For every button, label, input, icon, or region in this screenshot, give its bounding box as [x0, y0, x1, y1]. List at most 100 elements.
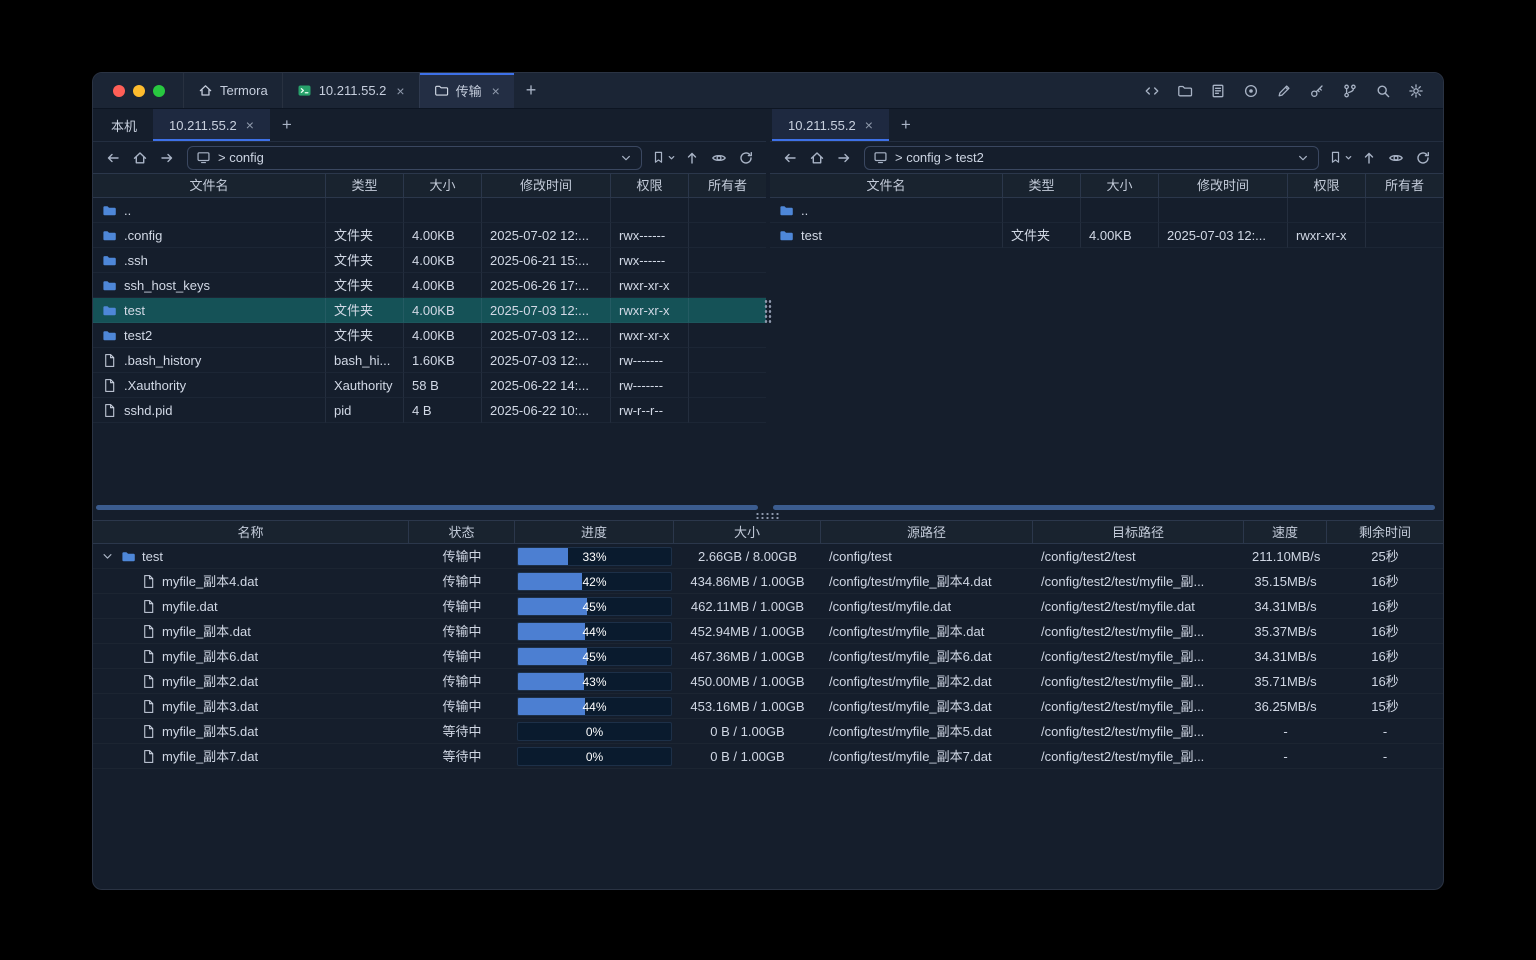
column-header[interactable]: 类型 — [326, 173, 404, 198]
transfer-row[interactable]: myfile.dat传输中45%462.11MB / 1.00GB/config… — [93, 594, 1443, 619]
column-header[interactable]: 类型 — [1003, 173, 1081, 198]
close-icon[interactable]: × — [396, 83, 404, 99]
transfer-source-path: /config/test/myfile_副本6.dat — [821, 644, 1033, 669]
back-button[interactable] — [779, 147, 801, 169]
upload-button[interactable] — [1358, 147, 1380, 169]
column-header[interactable]: 文件名 — [93, 173, 326, 198]
branch-button[interactable] — [1341, 82, 1359, 100]
progress-bar: 44% — [517, 697, 672, 716]
column-header[interactable]: 大小 — [404, 173, 482, 198]
file-row[interactable]: .. — [93, 198, 766, 223]
show-hidden-files-button[interactable] — [708, 147, 730, 169]
transfer-row[interactable]: myfile_副本4.dat传输中42%434.86MB / 1.00GB/co… — [93, 569, 1443, 594]
column-header[interactable]: 所有者 — [689, 173, 766, 198]
column-header[interactable]: 修改时间 — [1159, 173, 1288, 198]
column-header[interactable]: 速度 — [1244, 520, 1327, 544]
upload-button[interactable] — [681, 147, 703, 169]
home-button[interactable] — [129, 147, 151, 169]
file-row[interactable]: test文件夹4.00KB2025-07-03 12:...rwxr-xr-x — [770, 223, 1443, 248]
close-window-button[interactable] — [113, 85, 125, 97]
file-row[interactable]: ssh_host_keys文件夹4.00KB2025-06-26 17:...r… — [93, 273, 766, 298]
column-header[interactable]: 修改时间 — [482, 173, 611, 198]
column-header[interactable]: 状态 — [409, 520, 515, 544]
transfer-row[interactable]: test传输中33%2.66GB / 8.00GB/config/test/co… — [93, 544, 1443, 569]
tab-transfer[interactable]: 传输 × — [419, 73, 514, 108]
add-panel-tab-button[interactable]: + — [889, 109, 923, 141]
tab-local[interactable]: 本机 — [95, 109, 153, 141]
column-header[interactable]: 大小 — [1081, 173, 1159, 198]
transfer-progress-cell: 0% — [515, 744, 674, 769]
new-tab-button[interactable]: + — [514, 73, 549, 108]
horizontal-scrollbar[interactable] — [773, 505, 1440, 511]
column-header[interactable]: 剩余时间 — [1327, 520, 1443, 544]
folder-icon — [779, 203, 794, 218]
chevron-down-icon[interactable] — [619, 151, 633, 165]
transfer-splitter[interactable] — [93, 512, 1443, 520]
collapse-chevron-icon[interactable] — [99, 550, 115, 563]
horizontal-scrollbar[interactable] — [96, 505, 763, 511]
show-hidden-files-button[interactable] — [1385, 147, 1407, 169]
bookmarks-button[interactable] — [651, 150, 676, 165]
panel-splitter[interactable] — [766, 109, 770, 512]
file-name-cell: .config — [93, 223, 326, 248]
refresh-button[interactable] — [1412, 147, 1434, 169]
refresh-button[interactable] — [735, 147, 757, 169]
transfer-row[interactable]: myfile_副本6.dat传输中45%467.36MB / 1.00GB/co… — [93, 644, 1443, 669]
forward-button[interactable] — [156, 147, 178, 169]
back-button[interactable] — [102, 147, 124, 169]
transfer-row[interactable]: myfile_副本5.dat等待中0%0 B / 1.00GB/config/t… — [93, 719, 1443, 744]
transfer-row[interactable]: myfile_副本3.dat传输中44%453.16MB / 1.00GB/co… — [93, 694, 1443, 719]
column-header[interactable]: 进度 — [515, 520, 674, 544]
path-breadcrumb[interactable]: > config — [187, 146, 642, 170]
transfer-row[interactable]: myfile_副本2.dat传输中43%450.00MB / 1.00GB/co… — [93, 669, 1443, 694]
close-icon[interactable]: × — [246, 117, 254, 133]
edit-button[interactable] — [1275, 82, 1293, 100]
zoom-window-button[interactable] — [153, 85, 165, 97]
column-header[interactable]: 所有者 — [1366, 173, 1443, 198]
search-button[interactable] — [1374, 82, 1392, 100]
transfer-remaining-time: 16秒 — [1327, 669, 1443, 694]
tab-termora[interactable]: Termora — [183, 73, 282, 108]
file-row[interactable]: .. — [770, 198, 1443, 223]
transfer-row[interactable]: myfile_副本7.dat等待中0%0 B / 1.00GB/config/t… — [93, 744, 1443, 769]
home-button[interactable] — [806, 147, 828, 169]
transfer-row[interactable]: myfile_副本.dat传输中44%452.94MB / 1.00GB/con… — [93, 619, 1443, 644]
column-header[interactable]: 源路径 — [821, 520, 1033, 544]
column-header[interactable]: 权限 — [1288, 173, 1366, 198]
path-breadcrumb[interactable]: > config > test2 — [864, 146, 1319, 170]
breadcrumb-path: > config > test2 — [895, 150, 1289, 165]
column-header[interactable]: 目标路径 — [1033, 520, 1244, 544]
right-panel-tab-bar: 10.211.55.2 × + — [770, 109, 1443, 142]
sftp-button[interactable] — [1176, 82, 1194, 100]
column-header[interactable]: 大小 — [674, 520, 821, 544]
record-button[interactable] — [1242, 82, 1260, 100]
file-row[interactable]: .config文件夹4.00KB2025-07-02 12:...rwx----… — [93, 223, 766, 248]
file-row[interactable]: .XauthorityXauthority58 B2025-06-22 14:.… — [93, 373, 766, 398]
tab-session-10.211.55.2[interactable]: 10.211.55.2 × — [282, 73, 419, 108]
file-row[interactable]: test2文件夹4.00KB2025-07-03 12:...rwxr-xr-x — [93, 323, 766, 348]
keys-button[interactable] — [1308, 82, 1326, 100]
column-header[interactable]: 权限 — [611, 173, 689, 198]
column-header[interactable]: 文件名 — [770, 173, 1003, 198]
file-name: .. — [801, 198, 808, 223]
file-row[interactable]: sshd.pidpid4 B2025-06-22 10:...rw-r--r-- — [93, 398, 766, 423]
tab-remote-10.211.55.2[interactable]: 10.211.55.2 × — [153, 109, 270, 141]
minimize-window-button[interactable] — [133, 85, 145, 97]
file-row[interactable]: .bash_historybash_hi...1.60KB2025-07-03 … — [93, 348, 766, 373]
file-row[interactable]: test文件夹4.00KB2025-07-03 12:...rwxr-xr-x — [93, 298, 766, 323]
file-row[interactable]: .ssh文件夹4.00KB2025-06-21 15:...rwx------ — [93, 248, 766, 273]
scrollbar-thumb[interactable] — [773, 505, 1435, 510]
chevron-down-icon[interactable] — [1296, 151, 1310, 165]
settings-button[interactable] — [1407, 82, 1425, 100]
bookmarks-button[interactable] — [1328, 150, 1353, 165]
forward-button[interactable] — [833, 147, 855, 169]
log-button[interactable] — [1209, 82, 1227, 100]
column-header[interactable]: 名称 — [93, 520, 409, 544]
close-icon[interactable]: × — [492, 83, 500, 99]
add-panel-tab-button[interactable]: + — [270, 109, 304, 141]
tab-remote-10.211.55.2[interactable]: 10.211.55.2 × — [772, 109, 889, 141]
code-button[interactable] — [1143, 82, 1161, 100]
folder-icon — [434, 83, 449, 98]
close-icon[interactable]: × — [865, 117, 873, 133]
scrollbar-thumb[interactable] — [96, 505, 758, 510]
